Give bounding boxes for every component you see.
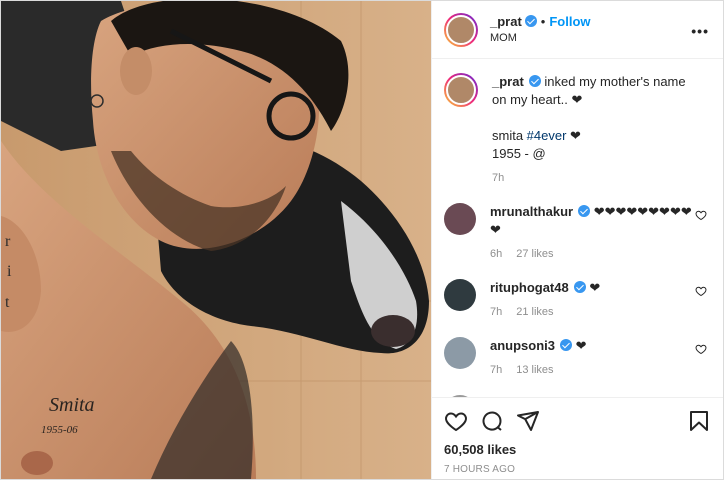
comment-avatar[interactable] (444, 279, 476, 311)
caption: _prat inked my mother's name on my heart… (444, 73, 711, 187)
comment-avatar[interactable] (444, 337, 476, 369)
comment-body: mrunalthakur ❤❤❤❤❤❤❤❤❤❤ 6h 27 likes (490, 203, 711, 263)
verified-badge-icon (578, 205, 591, 217)
verified-badge-icon (524, 14, 537, 27)
comment-username[interactable]: rituphogat48 (490, 280, 569, 295)
comment-item: mrunalthakur ❤❤❤❤❤❤❤❤❤❤ 6h 27 likes (444, 203, 711, 263)
post-header: _prat • Follow MOM ••• (432, 1, 723, 59)
location-link[interactable]: MOM (490, 30, 591, 47)
verified-badge-icon (573, 281, 586, 293)
bookmark-icon[interactable] (687, 409, 711, 433)
action-icons (444, 404, 711, 438)
comment-likes[interactable]: 13 likes (516, 364, 553, 376)
post-photo[interactable]: r i t Smita 1955-06 (1, 1, 431, 479)
post-sidebar: _prat • Follow MOM ••• _prat inked my moth… (431, 1, 723, 479)
comment-age[interactable]: 7h (490, 306, 502, 318)
comment-meta: 6h 27 likes (490, 245, 693, 263)
comment-bubble-icon[interactable] (480, 409, 504, 433)
likes-count[interactable]: 60,508 likes (444, 442, 711, 457)
comment-text: ❤ (585, 280, 601, 295)
caption-text-line3: 1955 - @ (492, 146, 546, 161)
svg-text:Smita: Smita (49, 394, 95, 416)
caption-body: _prat inked my mother's name on my heart… (492, 73, 711, 187)
post-timestamp[interactable]: 7 HOURS AGO (444, 464, 711, 475)
comment-body: anupsoni3 ❤ 7h 13 likes (490, 337, 711, 379)
like-comment-heart-icon[interactable] (695, 285, 707, 297)
comment-username[interactable]: mrunalthakur (490, 204, 573, 219)
svg-text:1955-06: 1955-06 (41, 424, 78, 436)
verified-badge-icon (528, 75, 541, 87)
post-actions: 60,508 likes 7 HOURS AGO (432, 397, 723, 479)
caption-age[interactable]: 7h (492, 172, 504, 184)
comment-text: ❤ (572, 338, 587, 353)
follow-button[interactable]: Follow (549, 14, 590, 29)
comment-item: rituphogat48 ❤ 7h 21 likes (444, 279, 711, 321)
comments-area[interactable]: _prat inked my mother's name on my heart… (432, 59, 723, 397)
comment-item-partial (444, 395, 711, 397)
caption-text-line2-suffix: ❤ (566, 128, 581, 143)
share-paper-plane-icon[interactable] (516, 409, 540, 433)
caption-meta: 7h (492, 169, 693, 187)
caption-avatar-ring[interactable] (444, 73, 478, 107)
comment-likes[interactable]: 27 likes (516, 248, 553, 260)
svg-text:r: r (5, 233, 11, 250)
photo-illustration: r i t Smita 1955-06 (1, 1, 431, 479)
like-comment-heart-icon[interactable] (695, 343, 707, 355)
author-avatar-ring[interactable] (444, 12, 478, 47)
like-heart-icon[interactable] (444, 409, 468, 433)
comment-item: anupsoni3 ❤ 7h 13 likes (444, 337, 711, 379)
comment-age[interactable]: 7h (490, 364, 502, 376)
caption-text-line2-prefix: smita (492, 128, 527, 143)
comment-avatar[interactable] (444, 203, 476, 235)
instagram-post: r i t Smita 1955-06 _prat • Follow MOM •… (0, 0, 724, 480)
comment-meta: 7h 13 likes (490, 361, 693, 379)
comment-likes[interactable]: 21 likes (516, 306, 553, 318)
caption-username[interactable]: _prat (492, 74, 524, 89)
caption-avatar[interactable] (446, 75, 476, 105)
comment-body: rituphogat48 ❤ 7h 21 likes (490, 279, 711, 321)
author-avatar[interactable] (446, 14, 476, 45)
separator-dot: • (540, 13, 546, 29)
author-username[interactable]: _prat (490, 14, 522, 29)
hashtag-link[interactable]: #4ever (527, 128, 567, 143)
comment-meta: 7h 21 likes (490, 303, 693, 321)
comment-avatar[interactable] (444, 395, 476, 397)
comment-username[interactable]: anupsoni3 (490, 338, 555, 353)
svg-text:i: i (7, 263, 12, 280)
like-comment-heart-icon[interactable] (695, 209, 707, 221)
more-horizontal-icon[interactable]: ••• (691, 23, 709, 39)
svg-text:t: t (5, 294, 10, 311)
comment-age[interactable]: 6h (490, 248, 502, 260)
verified-badge-icon (560, 339, 573, 351)
header-text: _prat • Follow MOM (490, 13, 591, 47)
